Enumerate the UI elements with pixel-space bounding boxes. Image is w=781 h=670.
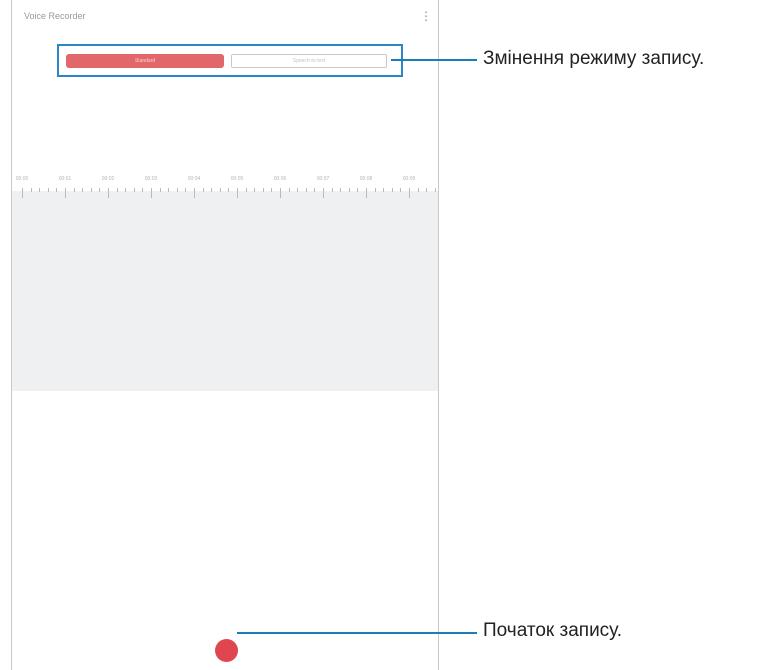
app-title: Voice Recorder bbox=[24, 11, 86, 21]
timeline-label: 00:05 bbox=[230, 176, 244, 182]
timeline-tick bbox=[297, 188, 299, 192]
timeline-tick bbox=[262, 188, 264, 192]
timeline-tick bbox=[185, 188, 187, 192]
callout-line-mode bbox=[391, 59, 477, 61]
timeline-tick bbox=[331, 188, 333, 192]
timeline-tick bbox=[211, 188, 213, 192]
timeline-tick bbox=[314, 188, 316, 192]
device-screen: Voice Recorder ⋮ Standard Speech-to-text… bbox=[11, 0, 439, 670]
mode-speech-to-text-button[interactable]: Speech-to-text bbox=[231, 54, 387, 68]
timeline-tick bbox=[90, 188, 92, 192]
timeline-tick bbox=[409, 188, 410, 198]
timeline-tick bbox=[108, 188, 109, 198]
timeline-tick bbox=[133, 188, 135, 192]
timeline-label: 00:06 bbox=[273, 176, 287, 182]
callout-line-record bbox=[237, 632, 477, 634]
timeline-tick bbox=[219, 188, 221, 192]
timeline-tick bbox=[357, 188, 359, 192]
timeline-tick bbox=[434, 188, 436, 192]
timeline-tick bbox=[176, 188, 178, 192]
timeline-tick bbox=[47, 188, 49, 192]
timeline-tick bbox=[400, 188, 402, 192]
timeline-tick bbox=[383, 188, 385, 192]
timeline-label: 00:08 bbox=[359, 176, 373, 182]
timeline-tick bbox=[194, 188, 195, 198]
timeline-tick bbox=[116, 188, 118, 192]
mode-standard-button[interactable]: Standard bbox=[66, 54, 224, 68]
timeline-label: 00:00 bbox=[15, 176, 29, 182]
timeline-tick bbox=[82, 188, 84, 192]
callout-mode-change: Змінення режиму запису. bbox=[483, 48, 705, 69]
timeline-label: 00:01 bbox=[58, 176, 72, 182]
timeline-tick bbox=[142, 188, 144, 192]
timeline-tick bbox=[237, 188, 238, 198]
record-button[interactable] bbox=[215, 639, 238, 662]
timeline-tick bbox=[245, 188, 247, 192]
timeline-tick bbox=[159, 188, 161, 192]
timeline-tick bbox=[366, 188, 367, 198]
timeline-tick bbox=[202, 188, 204, 192]
timeline-tick bbox=[254, 188, 256, 192]
timeline-label: 00:07 bbox=[316, 176, 330, 182]
timeline-tick bbox=[391, 188, 393, 192]
timeline-tick bbox=[340, 188, 342, 192]
timeline-tick bbox=[39, 188, 41, 192]
timeline-label: 00:03 bbox=[144, 176, 158, 182]
timeline-tick bbox=[65, 188, 66, 198]
timeline-tick bbox=[228, 188, 230, 192]
timeline-tick bbox=[22, 188, 23, 198]
timeline-tick bbox=[125, 188, 127, 192]
timeline-tick bbox=[323, 188, 324, 198]
timeline-tick bbox=[426, 188, 428, 192]
timeline-tick bbox=[271, 188, 273, 192]
timeline-tick bbox=[417, 188, 419, 192]
timeline-tick bbox=[99, 188, 101, 192]
timeline-label: 00:02 bbox=[101, 176, 115, 182]
timeline-tick bbox=[280, 188, 281, 198]
more-options-icon[interactable]: ⋮ bbox=[420, 9, 432, 23]
timeline-tick bbox=[168, 188, 170, 192]
timeline-tick bbox=[288, 188, 290, 192]
timeline-tick bbox=[73, 188, 75, 192]
timeline-tick bbox=[305, 188, 307, 192]
timeline-tick bbox=[348, 188, 350, 192]
timeline-ruler: 00:00 00:01 00:02 00:03 00:04 00:05 00:06 00:07… bbox=[12, 170, 438, 200]
timeline-label: 00:09 bbox=[402, 176, 416, 182]
callout-start-recording: Початок запису. bbox=[483, 620, 623, 641]
timeline-tick bbox=[30, 188, 32, 192]
waveform-area bbox=[12, 191, 438, 391]
timeline-tick bbox=[56, 188, 58, 192]
timeline-tick bbox=[151, 188, 152, 198]
timeline-tick bbox=[374, 188, 376, 192]
timeline-label: 00:04 bbox=[187, 176, 201, 182]
